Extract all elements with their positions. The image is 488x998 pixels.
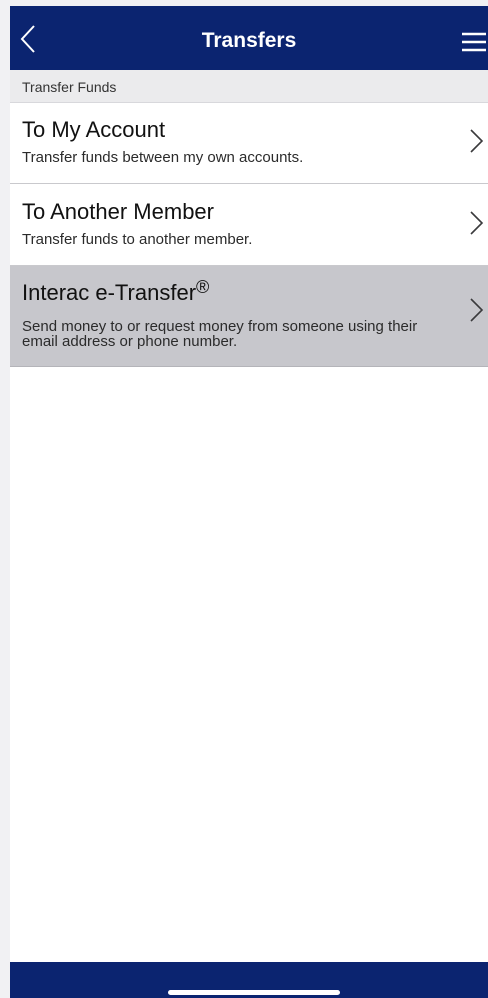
home-indicator[interactable] [168,990,340,995]
bottom-bar [10,962,488,998]
navigation-bar: Transfers [10,6,488,70]
back-button[interactable] [14,20,48,58]
list-item-subtitle: Transfer funds between my own accounts. [22,149,304,166]
list-item-to-another-member[interactable]: To Another Member Transfer funds to anot… [10,184,488,266]
hamburger-menu-icon [462,32,486,52]
list-item-title: To My Account [22,117,166,142]
transfers-screen: Transfers Transfer Funds To My Account T… [10,6,488,998]
section-header-label: Transfer Funds [22,79,117,95]
menu-button[interactable] [456,28,488,58]
chevron-right-icon [470,211,484,235]
list-item-subtitle: Transfer funds to another member. [22,231,253,248]
page-title: Transfers [201,29,297,52]
registered-mark: ® [196,277,210,297]
chevron-right-icon [470,298,484,322]
list-item-to-my-account[interactable]: To My Account Transfer funds between my … [10,103,488,184]
chevron-left-icon [20,25,35,53]
list-item-subtitle: Send money to or request money from some… [22,318,418,350]
section-header: Transfer Funds [10,70,488,103]
list-item-interac-e-transfer[interactable]: Interac e-Transfer® Send money to or req… [10,266,488,367]
list-item-title: To Another Member [22,199,214,224]
chevron-right-icon [470,129,484,153]
list-item-title: Interac e-Transfer® [22,277,210,305]
